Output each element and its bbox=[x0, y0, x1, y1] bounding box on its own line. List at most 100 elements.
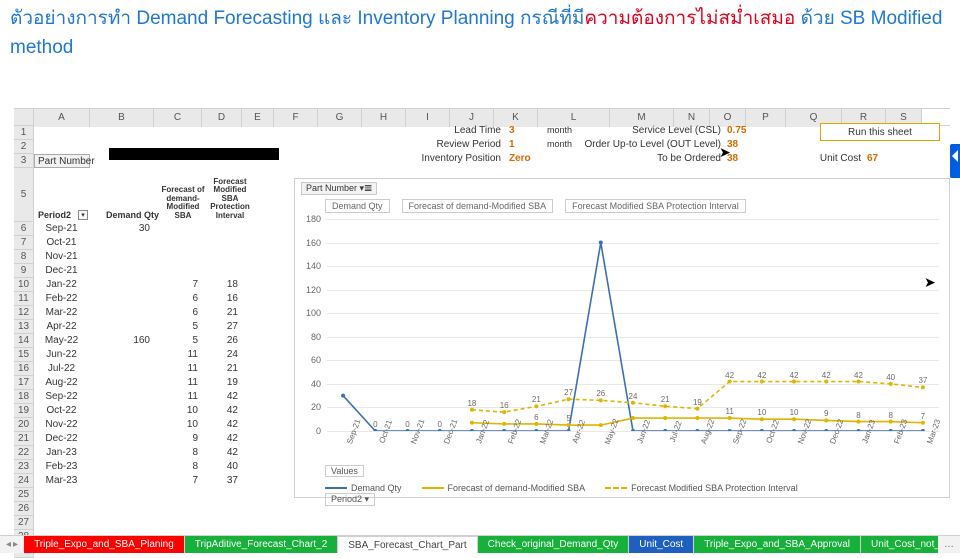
sheet-tab[interactable]: SBA_Forecast_Chart_Part bbox=[338, 536, 477, 553]
cell[interactable] bbox=[154, 250, 202, 264]
cell[interactable]: 27 bbox=[202, 320, 242, 334]
row-header[interactable]: 26 bbox=[14, 502, 34, 516]
cell[interactable]: Feb-23 bbox=[34, 460, 90, 474]
column-header[interactable]: D bbox=[202, 109, 242, 127]
cell[interactable]: Jul-22 bbox=[34, 362, 90, 376]
cell[interactable]: 10 bbox=[154, 418, 202, 432]
cell[interactable]: Sep-21 bbox=[34, 222, 90, 236]
row-header[interactable]: 10 bbox=[14, 278, 34, 292]
cell[interactable] bbox=[154, 222, 202, 236]
sheet-tab[interactable]: Unit_Cost bbox=[629, 536, 694, 553]
cell[interactable]: 21 bbox=[202, 362, 242, 376]
cell[interactable] bbox=[90, 306, 154, 320]
cell[interactable] bbox=[202, 222, 242, 236]
cell[interactable] bbox=[90, 362, 154, 376]
cell[interactable] bbox=[202, 236, 242, 250]
period-filter-icon[interactable]: ▾ bbox=[78, 210, 88, 220]
cell[interactable]: 6 bbox=[154, 306, 202, 320]
cell[interactable]: 16 bbox=[202, 292, 242, 306]
row-header[interactable]: 3 bbox=[14, 154, 34, 168]
cell[interactable] bbox=[90, 292, 154, 306]
sheet-tab[interactable]: TripAditive_Forecast_Chart_2 bbox=[185, 536, 338, 553]
cell[interactable]: 9 bbox=[154, 432, 202, 446]
cell[interactable]: Jan-22 bbox=[34, 278, 90, 292]
chart-period-chip[interactable]: Period2 ▾ bbox=[325, 493, 375, 506]
cell[interactable] bbox=[90, 320, 154, 334]
cell[interactable]: 42 bbox=[202, 404, 242, 418]
cell[interactable] bbox=[90, 264, 154, 278]
row-header[interactable]: 1 bbox=[14, 126, 34, 140]
cell[interactable] bbox=[90, 376, 154, 390]
row-header[interactable]: 14 bbox=[14, 334, 34, 348]
column-header[interactable]: E bbox=[242, 109, 274, 127]
cell[interactable]: 5 bbox=[154, 334, 202, 348]
sheet-tab[interactable]: Unit_Cost_not_Av bbox=[861, 536, 938, 553]
cell[interactable]: Mar-22 bbox=[34, 306, 90, 320]
chart-series-chip[interactable]: Forecast of demand-Modified SBA bbox=[402, 199, 554, 213]
cell[interactable]: 11 bbox=[154, 376, 202, 390]
row-header[interactable]: 22 bbox=[14, 446, 34, 460]
row-header[interactable]: 6 bbox=[14, 222, 34, 236]
cell[interactable]: Jan-23 bbox=[34, 446, 90, 460]
row-header[interactable]: 15 bbox=[14, 348, 34, 362]
cell[interactable]: 40 bbox=[202, 460, 242, 474]
row-header[interactable]: 7 bbox=[14, 236, 34, 250]
cell[interactable]: 42 bbox=[202, 418, 242, 432]
row-header[interactable]: 11 bbox=[14, 292, 34, 306]
row-header[interactable]: 16 bbox=[14, 362, 34, 376]
cell[interactable]: Jun-22 bbox=[34, 348, 90, 362]
row-header[interactable]: 25 bbox=[14, 488, 34, 502]
cell[interactable] bbox=[202, 264, 242, 278]
row-header[interactable]: 23 bbox=[14, 460, 34, 474]
cell[interactable]: 24 bbox=[202, 348, 242, 362]
cell[interactable]: Feb-22 bbox=[34, 292, 90, 306]
column-header[interactable]: C bbox=[154, 109, 202, 127]
cell[interactable] bbox=[90, 236, 154, 250]
chart-series-chip[interactable]: Demand Qty bbox=[325, 199, 390, 213]
row-header[interactable]: 19 bbox=[14, 404, 34, 418]
cell[interactable] bbox=[90, 446, 154, 460]
cell[interactable]: Nov-22 bbox=[34, 418, 90, 432]
cell[interactable] bbox=[202, 250, 242, 264]
cell[interactable] bbox=[90, 432, 154, 446]
chart-series-chip[interactable]: Forecast Modified SBA Protection Interva… bbox=[565, 199, 746, 213]
row-header[interactable]: 20 bbox=[14, 418, 34, 432]
cell[interactable]: Apr-22 bbox=[34, 320, 90, 334]
tab-nav-first-icon[interactable]: ◂ bbox=[6, 539, 11, 550]
cell[interactable]: 19 bbox=[202, 376, 242, 390]
cell[interactable]: 11 bbox=[154, 348, 202, 362]
cell[interactable]: 5 bbox=[154, 320, 202, 334]
cell[interactable]: Nov-21 bbox=[34, 250, 90, 264]
cell[interactable]: 37 bbox=[202, 474, 242, 488]
cell[interactable] bbox=[90, 348, 154, 362]
cell[interactable] bbox=[90, 474, 154, 488]
cell[interactable]: 30 bbox=[90, 222, 154, 236]
cell[interactable]: 26 bbox=[202, 334, 242, 348]
cell[interactable]: 7 bbox=[154, 474, 202, 488]
cell[interactable]: Aug-22 bbox=[34, 376, 90, 390]
cell[interactable]: 42 bbox=[202, 446, 242, 460]
row-header[interactable]: 13 bbox=[14, 320, 34, 334]
sheet-tab[interactable]: Triple_Expo_and_SBA_Planing bbox=[24, 536, 185, 553]
cell[interactable]: Dec-21 bbox=[34, 264, 90, 278]
cell[interactable]: 10 bbox=[154, 404, 202, 418]
cell[interactable]: 6 bbox=[154, 292, 202, 306]
cell[interactable] bbox=[90, 278, 154, 292]
tab-overflow-icon[interactable]: … bbox=[938, 539, 960, 550]
row-header[interactable]: 24 bbox=[14, 474, 34, 488]
row-header[interactable]: 21 bbox=[14, 432, 34, 446]
cell[interactable] bbox=[90, 418, 154, 432]
cell[interactable]: 18 bbox=[202, 278, 242, 292]
row-header[interactable]: 17 bbox=[14, 376, 34, 390]
sheet-tab[interactable]: Check_original_Demand_Qty bbox=[478, 536, 630, 553]
cell[interactable]: 160 bbox=[90, 334, 154, 348]
row-header[interactable]: 8 bbox=[14, 250, 34, 264]
tab-nav-prev-icon[interactable]: ▸ bbox=[13, 539, 18, 550]
cell[interactable]: 7 bbox=[154, 278, 202, 292]
row-header[interactable]: 9 bbox=[14, 264, 34, 278]
cell[interactable]: Oct-22 bbox=[34, 404, 90, 418]
cell[interactable]: 42 bbox=[202, 390, 242, 404]
cell[interactable] bbox=[90, 404, 154, 418]
cell[interactable]: 42 bbox=[202, 432, 242, 446]
cell[interactable]: Dec-22 bbox=[34, 432, 90, 446]
